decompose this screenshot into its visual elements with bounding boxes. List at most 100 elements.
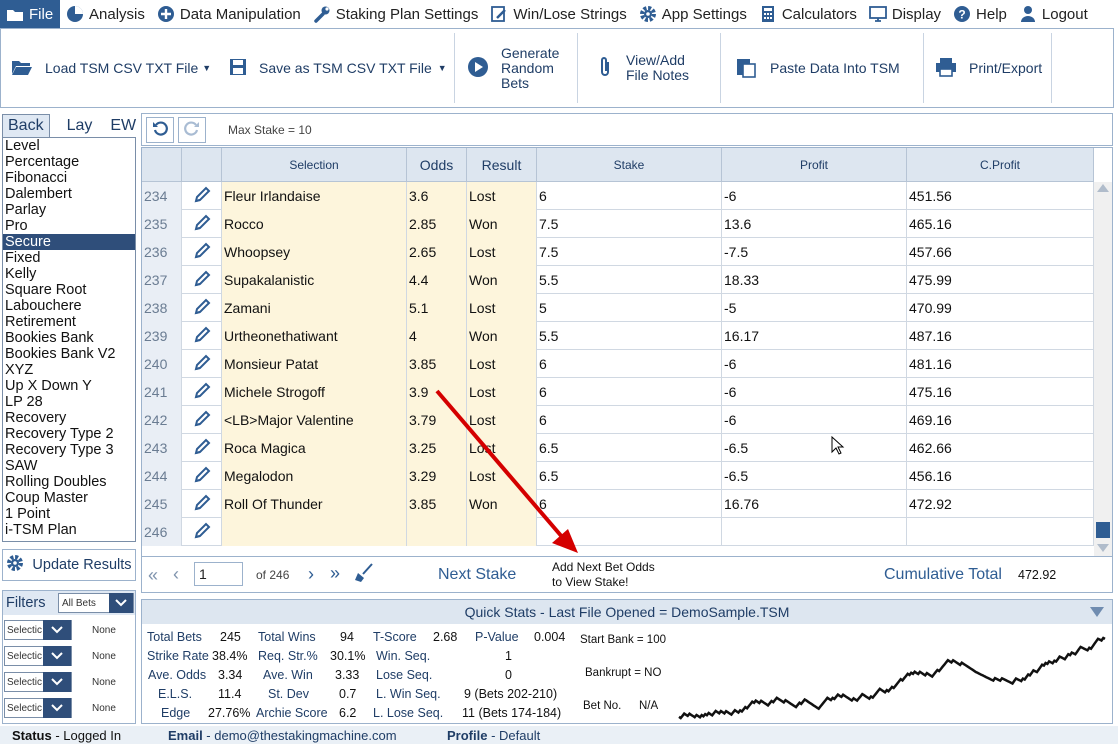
cell-cp[interactable]: 487.16 xyxy=(907,322,1094,350)
cell-sel[interactable]: Supakalanistic xyxy=(222,266,407,294)
cell-cp[interactable]: 469.16 xyxy=(907,406,1094,434)
staking-plan-item[interactable]: Retirement xyxy=(3,314,135,330)
tab-lay[interactable]: Lay xyxy=(62,115,98,137)
cell-odds[interactable] xyxy=(407,518,467,546)
staking-plan-item[interactable]: Pro xyxy=(3,218,135,234)
cell-profit[interactable]: -7.5 xyxy=(722,238,907,266)
table-row[interactable]: 240 Monsieur Patat 3.85 Lost 6 -6 481.16 xyxy=(142,350,1094,378)
cell-stake[interactable]: 7.5 xyxy=(537,238,722,266)
collapse-icon[interactable] xyxy=(1090,607,1104,617)
cell-res[interactable]: Won xyxy=(467,266,537,294)
edit-row-button[interactable] xyxy=(182,238,222,266)
menu-win-lose-strings[interactable]: Win/Lose Strings xyxy=(484,0,632,28)
cell-profit[interactable]: -6.5 xyxy=(722,462,907,490)
print-export-button[interactable]: Print/Export xyxy=(935,29,1042,107)
edit-row-button[interactable] xyxy=(182,266,222,294)
generate-random-bets-button[interactable]: Generate Random Bets xyxy=(467,29,559,107)
staking-plan-item[interactable]: Level xyxy=(3,138,135,154)
table-row[interactable]: 246 xyxy=(142,518,1094,546)
staking-plan-item[interactable]: Labouchere xyxy=(3,298,135,314)
edit-row-button[interactable] xyxy=(182,322,222,350)
save-file-button[interactable]: Save as TSM CSV TXT File ▼ xyxy=(229,29,447,107)
cell-profit[interactable]: -6 xyxy=(722,182,907,210)
cell-stake[interactable] xyxy=(537,518,722,546)
cell-cp[interactable]: 451.56 xyxy=(907,182,1094,210)
cell-profit[interactable]: -6 xyxy=(722,406,907,434)
cell-sel[interactable]: Megalodon xyxy=(222,462,407,490)
menu-file[interactable]: File xyxy=(0,0,60,29)
table-row[interactable]: 239 Urtheonethatiwant 4 Won 5.5 16.17 487.16 xyxy=(142,322,1094,350)
staking-plan-item[interactable]: Rolling Doubles xyxy=(3,474,135,490)
broom-icon[interactable] xyxy=(354,563,374,586)
cell-odds[interactable]: 3.29 xyxy=(407,462,467,490)
edit-row-button[interactable] xyxy=(182,294,222,322)
scroll-up-arrow[interactable] xyxy=(1097,184,1109,192)
cell-odds[interactable]: 4.4 xyxy=(407,266,467,294)
edit-row-button[interactable] xyxy=(182,182,222,210)
filter-select[interactable]: Selectic xyxy=(4,698,72,718)
paste-data-button[interactable]: Paste Data Into TSM xyxy=(736,29,900,107)
cell-res[interactable]: Lost xyxy=(467,294,537,322)
cell-sel[interactable]: Zamani xyxy=(222,294,407,322)
view-file-notes-button[interactable]: View/Add File Notes xyxy=(598,29,689,107)
menu-display[interactable]: Display xyxy=(863,0,947,28)
staking-plan-item[interactable]: Bookies Bank xyxy=(3,330,135,346)
load-file-button[interactable]: Load TSM CSV TXT File ▼ xyxy=(11,29,211,107)
tab-back[interactable]: Back xyxy=(2,114,50,137)
cell-cp[interactable]: 462.66 xyxy=(907,434,1094,462)
cell-stake[interactable]: 6 xyxy=(537,378,722,406)
staking-plan-item[interactable]: Fixed xyxy=(3,250,135,266)
cell-odds[interactable]: 4 xyxy=(407,322,467,350)
table-row[interactable]: 241 Michele Strogoff 3.9 Lost 6 -6 475.16 xyxy=(142,378,1094,406)
edit-row-button[interactable] xyxy=(182,350,222,378)
cell-odds[interactable]: 3.85 xyxy=(407,350,467,378)
cell-sel[interactable]: Roca Magica xyxy=(222,434,407,462)
edit-row-button[interactable] xyxy=(182,210,222,238)
scroll-down-arrow[interactable] xyxy=(1097,544,1109,552)
cell-cp[interactable]: 475.99 xyxy=(907,266,1094,294)
cell-stake[interactable]: 6 xyxy=(537,182,722,210)
table-row[interactable]: 245 Roll Of Thunder 3.85 Won 6 16.76 472.92 xyxy=(142,490,1094,518)
cell-res[interactable]: Lost xyxy=(467,406,537,434)
cell-res[interactable]: Lost xyxy=(467,434,537,462)
menu-help[interactable]: ? Help xyxy=(947,0,1013,28)
cell-res[interactable] xyxy=(467,518,537,546)
undo-button[interactable] xyxy=(146,116,174,143)
cell-odds[interactable]: 2.85 xyxy=(407,210,467,238)
cell-stake[interactable]: 6 xyxy=(537,490,722,518)
next-page-button[interactable]: › xyxy=(308,564,314,585)
menu-analysis[interactable]: Analysis xyxy=(60,0,151,28)
staking-plan-item[interactable]: Dalembert xyxy=(3,186,135,202)
cell-odds[interactable]: 3.79 xyxy=(407,406,467,434)
edit-row-button[interactable] xyxy=(182,406,222,434)
cell-sel[interactable]: Michele Strogoff xyxy=(222,378,407,406)
filter-select[interactable]: Selectic xyxy=(4,620,72,640)
table-row[interactable]: 238 Zamani 5.1 Lost 5 -5 470.99 xyxy=(142,294,1094,322)
cell-stake[interactable]: 6.5 xyxy=(537,434,722,462)
cell-cp[interactable]: 457.66 xyxy=(907,238,1094,266)
cell-res[interactable]: Lost xyxy=(467,378,537,406)
cell-res[interactable]: Won xyxy=(467,322,537,350)
cell-odds[interactable]: 3.85 xyxy=(407,490,467,518)
page-input[interactable]: 1 xyxy=(194,562,243,586)
vertical-scrollbar[interactable] xyxy=(1094,182,1112,556)
tab-ew[interactable]: EW xyxy=(105,115,141,137)
cell-sel[interactable]: Monsieur Patat xyxy=(222,350,407,378)
cell-profit[interactable]: 18.33 xyxy=(722,266,907,294)
cell-profit[interactable]: -6 xyxy=(722,378,907,406)
cell-profit[interactable]: 16.17 xyxy=(722,322,907,350)
staking-plan-item[interactable]: SAW xyxy=(3,458,135,474)
quick-stats-header[interactable]: Quick Stats - Last File Opened = DemoSam… xyxy=(142,600,1112,624)
table-row[interactable]: 243 Roca Magica 3.25 Lost 6.5 -6.5 462.66 xyxy=(142,434,1094,462)
staking-plan-item[interactable]: Kelly xyxy=(3,266,135,282)
cell-profit[interactable]: 13.6 xyxy=(722,210,907,238)
cell-cp[interactable]: 456.16 xyxy=(907,462,1094,490)
staking-plan-item[interactable]: LP 28 xyxy=(3,394,135,410)
cell-sel[interactable]: Whoopsey xyxy=(222,238,407,266)
cell-stake[interactable]: 6 xyxy=(537,350,722,378)
cell-cp[interactable]: 472.92 xyxy=(907,490,1094,518)
cell-res[interactable]: Lost xyxy=(467,350,537,378)
edit-row-button[interactable] xyxy=(182,378,222,406)
edit-row-button[interactable] xyxy=(182,462,222,490)
cell-profit[interactable] xyxy=(722,518,907,546)
